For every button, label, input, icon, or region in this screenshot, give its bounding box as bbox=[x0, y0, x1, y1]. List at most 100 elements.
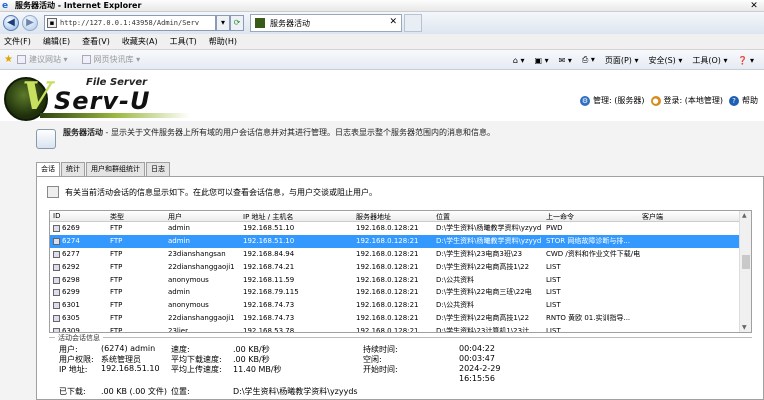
scroll-up-icon[interactable]: ▲ bbox=[742, 212, 747, 219]
menu-file[interactable]: 文件(F) bbox=[4, 36, 31, 47]
table-row[interactable]: 6301 FTP anonymous 192.168.74.73 192.168.0.1… bbox=[50, 299, 751, 312]
tab-log[interactable]: 日志 bbox=[146, 162, 170, 176]
detail-location-value: D:\学生资料\杨曦教学资料\yzyyds bbox=[233, 387, 358, 396]
detail-idle-value: 00:03:47 bbox=[459, 354, 495, 363]
address-dropdown-button[interactable]: ▾ bbox=[216, 15, 230, 31]
tab-statistics[interactable]: 统计 bbox=[61, 162, 85, 176]
table-header: ID 类型 用户 IP 地址 / 主机名 服务器地址 位置 上一命令 客户端 bbox=[50, 211, 751, 222]
cmd-help-icon[interactable]: ❓ ▾ bbox=[737, 56, 754, 65]
table-row[interactable]: 6292 FTP 22dianshanggaoji1 192.168.74.21 192… bbox=[50, 261, 751, 274]
close-tab-icon[interactable]: ✕ bbox=[389, 17, 397, 27]
cell-2: admin bbox=[168, 288, 190, 297]
new-tab-button[interactable] bbox=[404, 14, 422, 32]
table-row[interactable]: 6309 FTP 23lier 192.168.53.78 192.168.0.128:… bbox=[50, 325, 751, 333]
refresh-button[interactable]: ⟳ bbox=[230, 15, 244, 31]
table-row[interactable]: 6305 FTP 22dianshanggaoji1 192.168.74.73 192… bbox=[50, 312, 751, 325]
browser-tab[interactable]: 服务器活动 ✕ bbox=[250, 14, 402, 32]
address-bar[interactable]: ▪ http://127.0.0.1:43958/Admin/Serv bbox=[44, 15, 216, 31]
cmd-mail-icon[interactable]: ✉ ▾ bbox=[559, 56, 572, 65]
menu-edit[interactable]: 编辑(E) bbox=[43, 36, 70, 47]
manage-icon: ⚙ bbox=[580, 95, 591, 106]
logo-servu-text: Serv-U bbox=[54, 87, 151, 115]
cell-6: LIST bbox=[546, 288, 561, 297]
cell-1: FTP bbox=[110, 275, 123, 284]
fav-web-slice-gallery[interactable]: 网页快讯库 ▾ bbox=[81, 54, 140, 65]
cmd-home-icon[interactable]: ⌂ ▾ bbox=[513, 56, 525, 65]
scroll-thumb[interactable] bbox=[742, 255, 750, 269]
back-button[interactable]: ◀ bbox=[3, 15, 19, 31]
col-user[interactable]: 用户 bbox=[168, 212, 182, 222]
help-icon: ? bbox=[729, 95, 739, 106]
forward-button[interactable]: ▶ bbox=[22, 15, 38, 31]
table-row[interactable]: 6298 FTP anonymous 192.168.11.59 192.168.0.1… bbox=[50, 274, 751, 287]
close-window-button[interactable]: ✕ bbox=[746, 1, 762, 11]
col-client[interactable]: 客户端 bbox=[642, 212, 663, 222]
col-type[interactable]: 类型 bbox=[110, 212, 124, 222]
cmd-page[interactable]: 页面(P) ▾ bbox=[605, 55, 639, 66]
sessions-note-text: 有关当前活动会话的信息显示如下。在此您可以查看会话信息，与用户交谈或阻止用户。 bbox=[65, 187, 377, 197]
cell-3: 192.168.84.94 bbox=[243, 249, 295, 258]
cmd-tools[interactable]: 工具(O) ▾ bbox=[692, 55, 727, 66]
col-last-command[interactable]: 上一命令 bbox=[546, 212, 574, 222]
cmd-feeds-icon[interactable]: ▣ ▾ bbox=[534, 56, 548, 65]
table-body: 6269 FTP admin 192.168.51.10 192.168.0.128:2… bbox=[50, 222, 751, 333]
col-server-address[interactable]: 服务器地址 bbox=[356, 212, 391, 222]
details-legend: 活动会话信息 bbox=[55, 333, 103, 343]
cell-0: 6301 bbox=[62, 301, 80, 310]
detail-ip-value: 192.168.51.10 bbox=[101, 364, 160, 373]
cell-4: 192.168.0.128:21 bbox=[356, 262, 419, 271]
cell-6: LIST bbox=[546, 301, 561, 310]
cell-0: 6269 bbox=[62, 224, 80, 232]
cell-2: 22dianshanggaoji1 bbox=[168, 314, 235, 323]
scroll-down-icon[interactable]: ▼ bbox=[742, 324, 747, 331]
cell-1: FTP bbox=[110, 314, 123, 323]
menu-help[interactable]: 帮助(H) bbox=[209, 36, 237, 47]
sessions-panel: 有关当前活动会话的信息显示如下。在此您可以查看会话信息，与用户交谈或阻止用户。 … bbox=[36, 176, 764, 400]
detail-location-label: 位置: bbox=[171, 387, 190, 396]
col-ip[interactable]: IP 地址 / 主机名 bbox=[243, 212, 293, 222]
help-link[interactable]: 帮助 bbox=[742, 95, 758, 106]
cell-4: 192.168.0.128:21 bbox=[356, 288, 419, 297]
session-icon bbox=[53, 302, 60, 310]
cell-5: D:\学生资料\杨曦教学资料\yzyyd bbox=[436, 224, 542, 232]
page-icon: ▪ bbox=[47, 18, 57, 28]
page-title: 服务器活动 bbox=[63, 128, 103, 137]
col-location[interactable]: 位置 bbox=[436, 212, 450, 222]
table-row[interactable]: 6269 FTP admin 192.168.51.10 192.168.0.128:2… bbox=[50, 222, 751, 235]
cell-5: D:\学生资料\22电商三班\22电 bbox=[436, 288, 532, 297]
cell-6: STOR 网络故障诊断与排... bbox=[546, 236, 630, 245]
menu-tools[interactable]: 工具(T) bbox=[170, 36, 197, 47]
session-icon bbox=[53, 315, 60, 323]
table-row[interactable]: 6299 FTP admin 192.168.79.115 192.168.0.128:… bbox=[50, 286, 751, 299]
menu-favorites[interactable]: 收藏夹(A) bbox=[122, 36, 158, 47]
cell-4: 192.168.0.128:21 bbox=[356, 236, 419, 245]
table-scrollbar[interactable]: ▲ ▼ bbox=[739, 211, 751, 332]
cell-4: 192.168.0.128:21 bbox=[356, 224, 419, 232]
favorites-star-icon[interactable]: ★ bbox=[4, 54, 13, 65]
cell-6: CWD /资料和作业文件下载/电... bbox=[546, 249, 640, 258]
session-icon bbox=[53, 263, 60, 271]
menu-view[interactable]: 查看(V) bbox=[82, 36, 110, 47]
table-row[interactable]: 6277 FTP 23dianshangsan 192.168.84.94 192.16… bbox=[50, 248, 751, 261]
window-titlebar: e 服务器活动 - Internet Explorer ✕ bbox=[0, 0, 764, 12]
col-id[interactable]: ID bbox=[53, 212, 60, 220]
fav-suggested-sites[interactable]: 建议网站 ▾ bbox=[16, 54, 68, 65]
cell-5: D:\公共资料 bbox=[436, 275, 475, 284]
window-title: 服务器活动 - Internet Explorer bbox=[15, 1, 142, 10]
address-input[interactable]: http://127.0.0.1:43958/Admin/Serv bbox=[60, 19, 215, 27]
session-icon bbox=[53, 276, 60, 284]
cell-0: 6292 bbox=[62, 262, 80, 271]
tab-user-group-stats[interactable]: 用户和群组统计 bbox=[86, 162, 145, 176]
login-link[interactable]: 登录: (本地管理) bbox=[664, 95, 723, 106]
table-row[interactable]: 6274 FTP admin 192.168.51.10 192.168.0.128:2… bbox=[50, 234, 751, 248]
cell-1: FTP bbox=[110, 327, 123, 333]
tab-sessions[interactable]: 会话 bbox=[36, 162, 60, 176]
session-icon bbox=[53, 289, 60, 297]
cmd-safety[interactable]: 安全(S) ▾ bbox=[648, 55, 682, 66]
page-header: 服务器活动 - 显示关于文件服务器上所有域的用户会话信息并对其进行管理。日志表显… bbox=[63, 127, 495, 138]
manage-link[interactable]: 管理: (服务器) bbox=[593, 95, 644, 106]
cell-2: 23lier bbox=[168, 327, 188, 333]
cmd-print-icon[interactable]: ⎙ ▾ bbox=[582, 55, 595, 65]
detail-user-value: (6274) admin bbox=[101, 344, 156, 353]
cell-3: 192.168.79.115 bbox=[243, 288, 299, 297]
